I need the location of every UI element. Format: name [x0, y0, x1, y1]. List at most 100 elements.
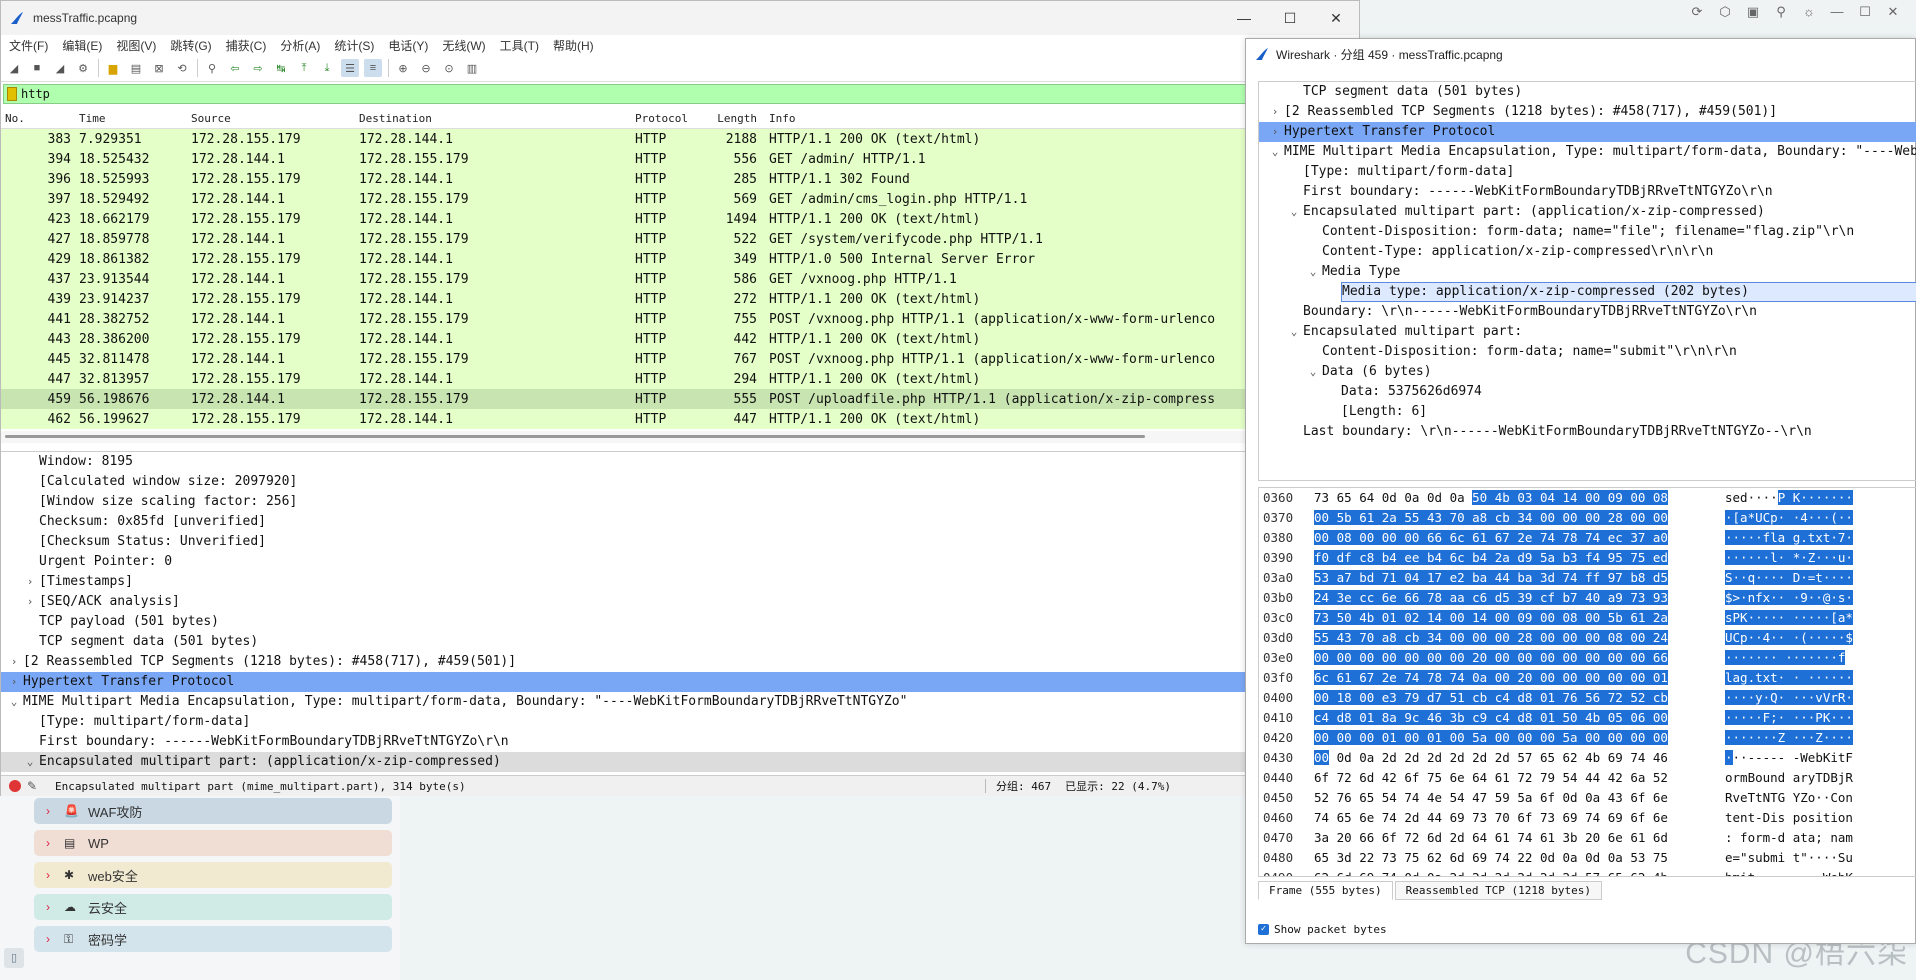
hex-bytes[interactable]: 55 43 70 a8 cb 34 00 00 00 28 00 00 00 0… — [1314, 628, 1668, 648]
restart-capture-icon[interactable]: ◢ — [51, 59, 69, 77]
hex-row[interactable]: 03a0 53 a7 bd 71 04 17 e2 ba 44 ba 3d 74 … — [1259, 568, 1916, 588]
packet-row[interactable]: 396 18.525993 172.28.155.179 172.28.144.1 HT… — [1, 169, 1359, 189]
hex-row[interactable]: 03e0 00 00 00 00 00 00 00 20 00 00 00 00 … — [1259, 648, 1916, 668]
tree-row[interactable]: Content-Type: application/x-zip-compress… — [1259, 242, 1916, 262]
refresh-icon[interactable]: ⟳ — [1690, 5, 1704, 19]
packet-row[interactable]: 423 18.662179 172.28.155.179 172.28.144.1 HT… — [1, 209, 1359, 229]
hex-bytes[interactable]: 00 00 00 00 00 00 00 20 00 00 00 00 00 0… — [1314, 648, 1668, 668]
menu-item-3[interactable]: 跳转(G) — [170, 37, 211, 54]
tree-row[interactable]: ⌄ MIME Multipart Media Encapsulation, Typ… — [1259, 142, 1916, 162]
column-header[interactable]: No. — [1, 112, 79, 125]
close-file-icon[interactable]: ⊠ — [150, 59, 168, 77]
hex-row[interactable]: 0380 00 08 00 00 00 66 6c 61 67 2e 74 78 … — [1259, 528, 1916, 548]
hex-row[interactable]: 0390 f0 df c8 b4 ee b4 6c b4 2a d9 5a b3 … — [1259, 548, 1916, 568]
tree-row[interactable]: Checksum: 0x85fd [unverified] — [1, 512, 1359, 532]
hex-row[interactable]: 0430 00 0d 0a 2d 2d 2d 2d 2d 2d 57 65 62 … — [1259, 748, 1916, 768]
packet-row[interactable]: 445 32.811478 172.28.144.1 172.28.155.179 HT… — [1, 349, 1359, 369]
tree-row[interactable]: Last boundary: \r\n------WebKitFormBound… — [1259, 422, 1916, 442]
hex-row[interactable]: 0470 3a 20 66 6f 72 6d 2d 64 61 74 61 3b … — [1259, 828, 1916, 848]
expand-down-icon[interactable]: ⌄ — [1306, 362, 1320, 382]
tree-row[interactable]: ⌄ Encapsulated multipart part: — [1259, 322, 1916, 342]
hex-row[interactable]: 0440 6f 72 6d 42 6f 75 6e 64 61 72 79 54 … — [1259, 768, 1916, 788]
hex-ascii[interactable]: tent-Dis position — [1725, 808, 1853, 828]
hex-row[interactable]: 0360 73 65 64 0d 0a 0d 0a 50 4b 03 04 14 … — [1259, 488, 1916, 508]
tree-row[interactable]: [Checksum Status: Unverified] — [1, 532, 1359, 552]
tree-row[interactable]: Urgent Pointer: 0 — [1, 552, 1359, 572]
stop-capture-icon[interactable]: ■ — [28, 59, 46, 77]
hex-ascii[interactable]: ······l· *·Z···u· — [1725, 548, 1853, 568]
zoom-out-icon[interactable]: ⊖ — [417, 59, 435, 77]
tree-row[interactable]: Media type: application/x-zip-compressed… — [1259, 282, 1916, 302]
menu-item-9[interactable]: 工具(T) — [500, 37, 539, 54]
hex-row[interactable]: 03d0 55 43 70 a8 cb 34 00 00 00 28 00 00 … — [1259, 628, 1916, 648]
hex-row[interactable]: 03c0 73 50 4b 01 02 14 00 14 00 09 00 08 … — [1259, 608, 1916, 628]
menu-item-4[interactable]: 捕获(C) — [226, 37, 267, 54]
hex-bytes[interactable]: f0 df c8 b4 ee b4 6c b4 2a d9 5a b3 f4 9… — [1314, 548, 1668, 568]
expand-right-icon[interactable]: › — [1268, 122, 1282, 142]
packet-row[interactable]: 459 56.198676 172.28.144.1 172.28.155.179 HT… — [1, 389, 1359, 409]
hex-ascii[interactable]: lag.txt· · ······ — [1725, 668, 1853, 688]
tree-row[interactable]: First boundary: ------WebKitFormBoundary… — [1, 732, 1359, 752]
expand-right-icon[interactable]: › — [23, 592, 37, 612]
menu-item-10[interactable]: 帮助(H) — [553, 37, 594, 54]
tree-row[interactable]: TCP payload (501 bytes) — [1, 612, 1359, 632]
packet-row[interactable]: 394 18.525432 172.28.144.1 172.28.155.179 HT… — [1, 149, 1359, 169]
packet-row[interactable]: 443 28.386200 172.28.155.179 172.28.144.1 HT… — [1, 329, 1359, 349]
hex-bytes[interactable]: 00 08 00 00 00 66 6c 61 67 2e 74 78 74 e… — [1314, 528, 1668, 548]
tree-row[interactable]: TCP segment data (501 bytes) — [1259, 82, 1916, 102]
tree-row[interactable]: › [2 Reassembled TCP Segments (1218 bytes… — [1259, 102, 1916, 122]
hex-ascii[interactable]: ····y·Q· ···vVrR· — [1725, 688, 1853, 708]
hex-bytes[interactable]: 00 0d 0a 2d 2d 2d 2d 2d 2d 57 65 62 4b 6… — [1314, 748, 1668, 768]
tree-row[interactable]: › Hypertext Transfer Protocol — [1, 672, 1359, 692]
tree-row[interactable]: ⌄ Media Type — [1259, 262, 1916, 282]
tree-row[interactable]: [Type: multipart/form-data] — [1, 712, 1359, 732]
hex-bytes[interactable]: 65 3d 22 73 75 62 6d 69 74 22 0d 0a 0d 0… — [1314, 848, 1668, 868]
hex-row[interactable]: 03b0 24 3e cc 6e 66 78 aa c6 d5 39 cf b7 … — [1259, 588, 1916, 608]
tree-row[interactable]: › [SEQ/ACK analysis] — [1, 592, 1359, 612]
maximize-icon[interactable]: ☐ — [1858, 5, 1872, 19]
packet-row[interactable]: 429 18.861382 172.28.155.179 172.28.144.1 HT… — [1, 249, 1359, 269]
column-header[interactable]: Length — [699, 112, 769, 125]
sidebar-item[interactable]: › ✱ web安全 — [34, 862, 392, 888]
sidebar-item[interactable]: › ⚿ 密码学 — [34, 926, 392, 952]
menu-item-2[interactable]: 视图(V) — [116, 37, 156, 54]
close-icon[interactable]: ✕ — [1886, 5, 1900, 19]
hex-ascii[interactable]: bmit···· ----WebK — [1725, 868, 1853, 876]
tree-row[interactable]: Window: 8195 — [1, 452, 1359, 472]
column-header[interactable]: Time — [79, 112, 191, 125]
go-forward-icon[interactable]: ⇨ — [249, 59, 267, 77]
column-header[interactable]: Destination — [359, 112, 635, 125]
go-to-packet-icon[interactable]: ↹ — [272, 59, 290, 77]
menu-item-0[interactable]: 文件(F) — [9, 37, 48, 54]
screenshot-icon[interactable]: ▣ — [1746, 5, 1760, 19]
hex-bytes[interactable]: 00 18 00 e3 79 d7 51 cb c4 d8 01 76 56 7… — [1314, 688, 1668, 708]
horizontal-scrollbar[interactable] — [1, 431, 1359, 443]
hex-ascii[interactable]: ······· ·······f — [1725, 648, 1846, 668]
expand-right-icon[interactable]: › — [7, 672, 21, 692]
hex-ascii[interactable]: UCp··4·· ·(·····$ — [1725, 628, 1853, 648]
hex-row[interactable]: 0450 52 76 65 54 74 4e 54 47 59 5a 6f 0d … — [1259, 788, 1916, 808]
last-packet-icon[interactable]: ⤓ — [318, 59, 336, 77]
first-packet-icon[interactable]: ⤒ — [295, 59, 313, 77]
hex-row[interactable]: 0460 74 65 6e 74 2d 44 69 73 70 6f 73 69 … — [1259, 808, 1916, 828]
hex-bytes[interactable]: 52 76 65 54 74 4e 54 47 59 5a 6f 0d 0a 4… — [1314, 788, 1668, 808]
bytes-tab[interactable]: Frame (555 bytes) — [1258, 881, 1393, 900]
expand-down-icon[interactable]: ⌄ — [7, 692, 21, 712]
hex-bytes[interactable]: 53 a7 bd 71 04 17 e2 ba 44 ba 3d 74 ff 9… — [1314, 568, 1668, 588]
hex-bytes[interactable]: 6f 72 6d 42 6f 75 6e 64 61 72 79 54 44 4… — [1314, 768, 1668, 788]
expand-right-icon[interactable]: › — [1268, 102, 1282, 122]
menu-item-8[interactable]: 无线(W) — [442, 37, 485, 54]
packet-row[interactable]: 397 18.529492 172.28.144.1 172.28.155.179 HT… — [1, 189, 1359, 209]
start-capture-icon[interactable]: ◢ — [5, 59, 23, 77]
tree-row[interactable]: TCP segment data (501 bytes) — [1, 632, 1359, 652]
tree-row[interactable]: ⌄ Encapsulated multipart part: (applicati… — [1259, 202, 1916, 222]
hex-ascii[interactable]: sed····P K······· — [1725, 488, 1853, 508]
hex-row[interactable]: 0490 62 6d 69 74 0d 0a 2d 2d 2d 2d 2d 2d … — [1259, 868, 1916, 876]
tree-row[interactable]: › Hypertext Transfer Protocol — [1259, 122, 1916, 142]
tree-row[interactable]: Boundary: \r\n------WebKitFormBoundaryTD… — [1259, 302, 1916, 322]
find-packet-icon[interactable]: ⚲ — [203, 59, 221, 77]
packet-row[interactable]: 437 23.913544 172.28.144.1 172.28.155.179 HT… — [1, 269, 1359, 289]
zoom-reset-icon[interactable]: ⊙ — [440, 59, 458, 77]
hex-bytes[interactable]: 00 5b 61 2a 55 43 70 a8 cb 34 00 00 00 2… — [1314, 508, 1668, 528]
hex-row[interactable]: 03f0 6c 61 67 2e 74 78 74 0a 00 20 00 00 … — [1259, 668, 1916, 688]
